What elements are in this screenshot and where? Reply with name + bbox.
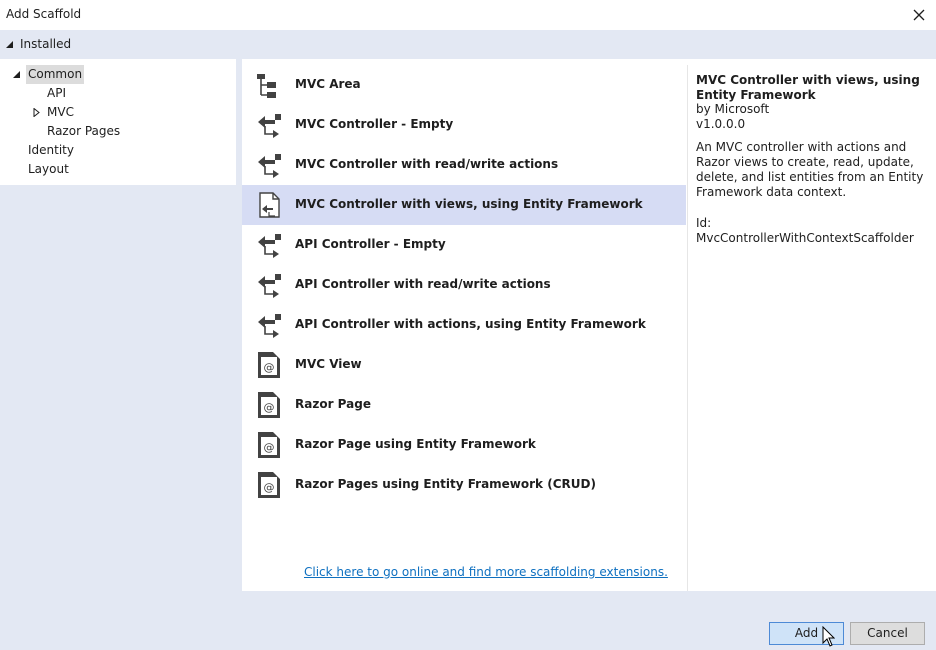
razor-view-icon: @ xyxy=(258,352,280,378)
template-item[interactable]: MVC Controller with read/write actions xyxy=(242,145,686,185)
expanded-triangle-icon xyxy=(13,71,20,78)
template-item-selected[interactable]: MVC Controller with views, using Entity … xyxy=(242,185,686,225)
template-name: MVC Controller - Empty xyxy=(295,117,454,131)
controller-icon xyxy=(258,314,281,338)
dialog-footer: Add Cancel xyxy=(0,591,936,650)
tree-item-mvc[interactable]: MVC xyxy=(47,103,74,122)
expanded-triangle-icon xyxy=(6,41,13,48)
razor-view-icon: @ xyxy=(258,472,280,498)
svg-text:@: @ xyxy=(264,481,275,494)
template-name: Razor Page xyxy=(295,397,371,411)
template-item[interactable]: @ Razor Pages using Entity Framework (CR… xyxy=(242,465,686,505)
collapsed-triangle-icon[interactable] xyxy=(33,108,40,117)
template-item[interactable]: API Controller with read/write actions xyxy=(242,265,686,305)
online-extensions-link[interactable]: Click here to go online and find more sc… xyxy=(304,565,668,579)
controller-icon xyxy=(258,114,281,138)
controller-icon xyxy=(258,154,281,178)
close-button[interactable] xyxy=(906,3,932,27)
template-name: API Controller - Empty xyxy=(295,237,446,251)
tree-item-razor-pages[interactable]: Razor Pages xyxy=(47,122,120,141)
details-description: An MVC controller with actions and Razor… xyxy=(696,140,924,199)
template-name: Razor Page using Entity Framework xyxy=(295,437,536,451)
template-name: MVC Controller with read/write actions xyxy=(295,157,559,171)
details-version: v1.0.0.0 xyxy=(696,117,746,131)
controller-document-icon xyxy=(259,192,280,218)
template-item[interactable]: API Controller with actions, using Entit… xyxy=(242,305,686,345)
details-title: MVC Controller with views, using Entity … xyxy=(696,73,920,102)
svg-text:@: @ xyxy=(264,401,275,414)
razor-view-icon: @ xyxy=(258,432,280,458)
tree-item-layout[interactable]: Layout xyxy=(28,160,69,179)
tree-item-common[interactable]: Common xyxy=(26,65,85,84)
installed-label: Installed xyxy=(20,37,72,51)
template-name: API Controller with actions, using Entit… xyxy=(295,317,646,331)
details-id: Id: MvcControllerWithContextScaffolder xyxy=(696,216,914,245)
controller-icon xyxy=(258,234,281,258)
details-pane: MVC Controller with views, using Entity … xyxy=(688,65,936,591)
template-name: Razor Pages using Entity Framework (CRUD… xyxy=(295,477,596,491)
template-item[interactable]: @ Razor Page xyxy=(242,385,686,425)
template-name: MVC Controller with views, using Entity … xyxy=(295,197,643,211)
template-name: MVC Area xyxy=(295,77,361,91)
template-list: MVC Area MVC Controller - Empty MVC Cont… xyxy=(242,65,687,591)
installed-header[interactable]: Installed xyxy=(0,30,936,59)
details-author: by Microsoft xyxy=(696,102,770,116)
cancel-button[interactable]: Cancel xyxy=(850,622,925,645)
template-name: API Controller with read/write actions xyxy=(295,277,551,291)
template-item[interactable]: API Controller - Empty xyxy=(242,225,686,265)
category-tree: Common API MVC Razor Pages Identity Layo… xyxy=(0,59,236,185)
svg-text:@: @ xyxy=(264,441,275,454)
template-item[interactable]: MVC Area xyxy=(242,65,686,105)
tree-item-identity[interactable]: Identity xyxy=(28,141,74,160)
category-pane: Common API MVC Razor Pages Identity Layo… xyxy=(0,59,242,591)
folder-tree-icon xyxy=(257,74,276,98)
title-bar: Add Scaffold xyxy=(0,0,936,30)
controller-icon xyxy=(258,274,281,298)
close-icon xyxy=(913,9,925,21)
template-item[interactable]: @ MVC View xyxy=(242,345,686,385)
svg-text:@: @ xyxy=(264,361,275,374)
template-item[interactable]: @ Razor Page using Entity Framework xyxy=(242,425,686,465)
tree-item-api[interactable]: API xyxy=(47,84,66,103)
window-title: Add Scaffold xyxy=(6,7,82,21)
template-item[interactable]: MVC Controller - Empty xyxy=(242,105,686,145)
razor-view-icon: @ xyxy=(258,392,280,418)
mouse-cursor-icon xyxy=(822,626,835,647)
template-name: MVC View xyxy=(295,357,362,371)
